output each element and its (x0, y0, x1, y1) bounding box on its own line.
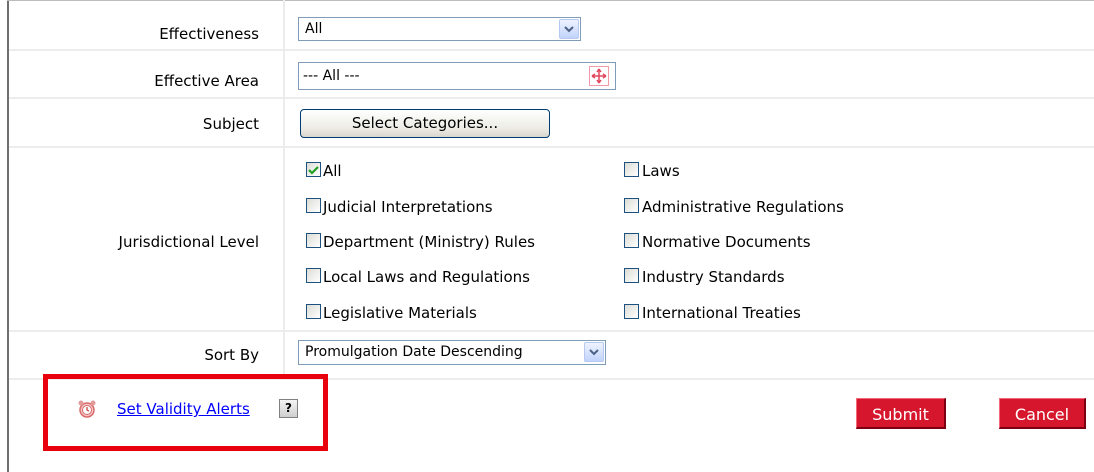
effective-area-label: Effective Area (154, 72, 259, 90)
checkbox-label: Industry Standards (642, 268, 785, 286)
frame-border-top (7, 0, 1094, 1)
checkbox-label: Laws (642, 162, 680, 180)
effectiveness-label: Effectiveness (159, 25, 259, 43)
effectiveness-value: All (305, 21, 323, 37)
set-validity-alerts-link[interactable]: Set Validity Alerts (117, 400, 250, 418)
row-divider (9, 49, 1094, 51)
alarm-clock-icon (77, 399, 97, 419)
checkbox-label: Administrative Regulations (642, 198, 844, 216)
sort-by-select[interactable]: Promulgation Date Descending (298, 340, 606, 365)
chevron-down-icon[interactable] (584, 342, 604, 362)
cancel-button[interactable]: Cancel (999, 398, 1086, 429)
row-divider (9, 146, 1094, 148)
area-picker-icon[interactable] (589, 66, 609, 86)
subject-label: Subject (202, 115, 259, 133)
sort-by-value: Promulgation Date Descending (305, 344, 523, 360)
checkbox-label: Judicial Interpretations (323, 198, 493, 216)
jurisdictional-level-label: Jurisdictional Level (118, 233, 259, 251)
checkbox-label: Normative Documents (642, 233, 811, 251)
row-divider (9, 330, 1094, 332)
effective-area-field[interactable]: --- All --- (298, 62, 616, 90)
effectiveness-select[interactable]: All (298, 17, 581, 41)
checkbox-department-rules[interactable] (306, 233, 321, 248)
help-icon[interactable]: ? (279, 399, 298, 418)
check-icon (308, 166, 319, 175)
checkbox-normative-documents[interactable] (624, 233, 639, 248)
effective-area-value: --- All --- (303, 68, 360, 84)
select-categories-button[interactable]: Select Categories... (300, 109, 550, 138)
row-divider (9, 97, 1094, 99)
checkbox-administrative-regulations[interactable] (624, 198, 639, 213)
checkbox-legislative-materials[interactable] (306, 304, 321, 319)
submit-button[interactable]: Submit (856, 398, 946, 429)
checkbox-laws[interactable] (624, 162, 639, 177)
column-divider (283, 0, 285, 379)
checkbox-international-treaties[interactable] (624, 304, 639, 319)
checkbox-label: Local Laws and Regulations (323, 268, 530, 286)
checkbox-judicial-interpretations[interactable] (306, 198, 321, 213)
checkbox-all[interactable] (306, 162, 321, 177)
sort-by-label: Sort By (204, 346, 259, 364)
checkbox-industry-standards[interactable] (624, 268, 639, 283)
checkbox-label: International Treaties (642, 304, 801, 322)
chevron-down-icon[interactable] (559, 19, 579, 39)
frame-border (7, 0, 9, 472)
checkbox-local-laws[interactable] (306, 268, 321, 283)
checkbox-label: All (323, 162, 342, 180)
checkbox-label: Department (Ministry) Rules (323, 233, 535, 251)
checkbox-label: Legislative Materials (323, 304, 477, 322)
